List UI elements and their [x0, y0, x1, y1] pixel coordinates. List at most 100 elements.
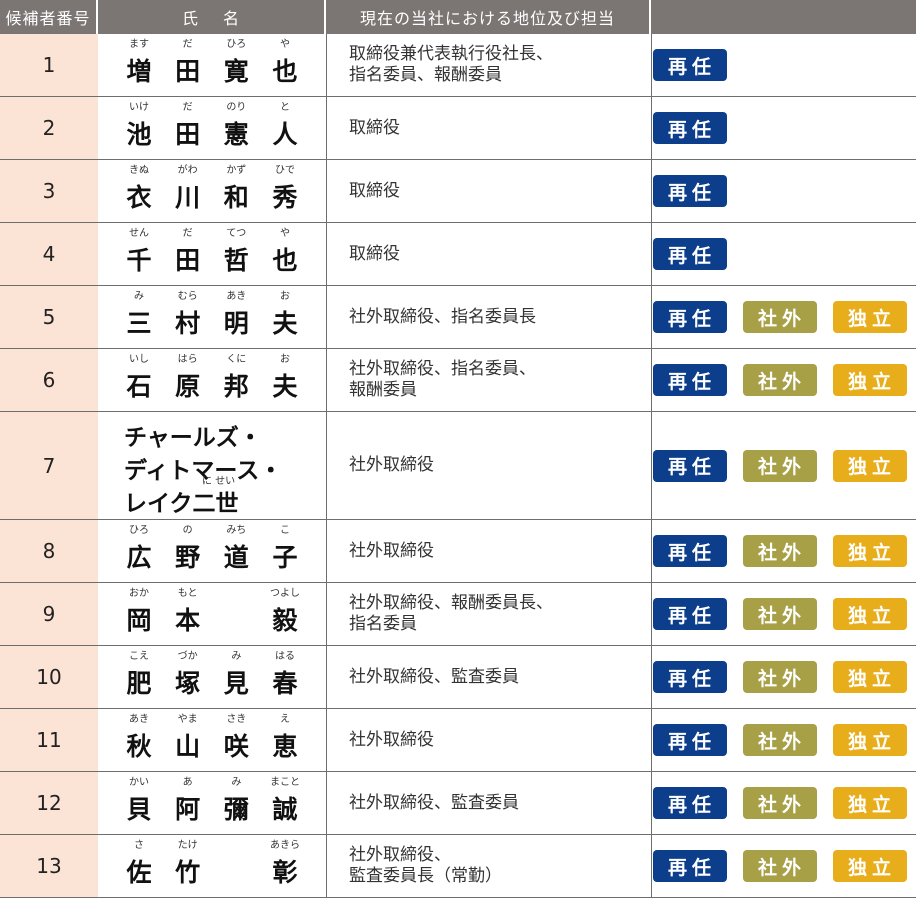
name-char: 誠まこと	[270, 778, 300, 826]
current-position: 社外取締役、報酬委員長、 指名委員	[326, 583, 651, 645]
independent-badge: 独立	[833, 364, 907, 396]
ruby-reading: もと	[177, 588, 198, 599]
candidate-number: 11	[0, 709, 98, 771]
name-characters: 肥こえ塚づか見み春 はる	[124, 646, 300, 708]
independent-badge: 独立	[833, 535, 907, 567]
kanji: 也	[272, 246, 298, 275]
name-char: 佐さ	[124, 841, 154, 889]
table-row: 6 石いし原はら邦くに夫お社外取締役、指名委員、 報酬委員 再任 社外 独立	[0, 349, 916, 412]
reappoint-badge: 再任	[653, 850, 727, 882]
candidate-tags: 再任	[651, 97, 916, 159]
kanji: 哲	[223, 246, 249, 275]
outside-badge: 社外	[743, 301, 817, 333]
kanji: 彰	[272, 858, 298, 887]
header-number: 候補者番号	[0, 0, 98, 34]
position-line: 報酬委員	[349, 380, 417, 400]
name-char: 夫お	[270, 292, 300, 340]
independent-badge: 独立	[833, 724, 907, 756]
position-line: 社外取締役、指名委員長	[349, 306, 536, 327]
table-row: 5 三み村むら明あき夫お 社外取締役、指名委員長 再任 社外 独立	[0, 286, 916, 349]
candidate-number: 5	[0, 286, 98, 348]
table-row: 13 佐さ竹たけ 彰あきら 社外取締役、 監査委員長（常勤） 再任 社外 独立	[0, 835, 916, 898]
kanji: 田	[175, 246, 201, 275]
name-char: 野の	[173, 526, 203, 574]
table-row: 4 千せん田だ哲てつ也や取締役 再任	[0, 223, 916, 286]
name-characters: 増ます田だ寛ひろ也や	[124, 34, 300, 96]
name-char: 肥こえ	[124, 652, 154, 700]
kanji	[236, 606, 261, 635]
name-char: 石いし	[124, 355, 154, 403]
kanji: 貝	[126, 795, 152, 824]
candidate-number: 4	[0, 223, 98, 285]
kanji: 秀	[272, 183, 298, 212]
reappoint-badge: 再任	[653, 49, 727, 81]
candidate-number: 3	[0, 160, 98, 222]
candidate-tags: 再任	[651, 223, 916, 285]
candidate-tags: 再任 社外 独立	[651, 835, 916, 897]
current-position: 社外取締役、指名委員、 報酬委員	[326, 349, 651, 411]
name-line: レイク二世に せい	[124, 476, 239, 518]
name-char: 憲のり	[221, 103, 251, 151]
kanji: 肥	[126, 669, 152, 698]
name-characters: 佐さ竹 たけ 彰 あきら	[124, 835, 300, 897]
name-char: 阿あ	[173, 778, 203, 826]
ruby-reading: お	[279, 354, 290, 365]
candidate-number: 10	[0, 646, 98, 708]
candidate-tags: 再任 社外 独立	[651, 286, 916, 348]
name-char: 夫お	[270, 355, 300, 403]
candidate-number: 8	[0, 520, 98, 582]
name-characters: 岡おか本 もと 毅 つよし	[124, 583, 300, 645]
name-char: 秀ひで	[270, 166, 300, 214]
ruby-reading: や	[279, 228, 290, 239]
kanji: 塚	[175, 669, 201, 698]
kanji: 原	[175, 372, 201, 401]
table-row: 12 貝かい阿あ彌み誠 まこと 社外取締役、監査委員 再任 社外 独立	[0, 772, 916, 835]
name-char: 明あき	[221, 292, 251, 340]
reappoint-badge: 再任	[653, 112, 727, 144]
header-tags	[651, 0, 916, 34]
name-char	[221, 853, 251, 889]
kanji: 毅	[272, 606, 298, 635]
ruby-reading: つよし	[269, 588, 300, 599]
kanji: 邦	[223, 372, 249, 401]
name-char: 岡おか	[124, 589, 154, 637]
name-characters: 衣きぬ川がわ和かず秀 ひで	[124, 160, 300, 222]
kanji: 秋	[126, 732, 152, 761]
table-row: 3 衣きぬ川がわ和かず秀 ひで 取締役 再任	[0, 160, 916, 223]
outside-badge: 社外	[743, 598, 817, 630]
outside-badge: 社外	[743, 364, 817, 396]
position-line: 社外取締役	[349, 540, 434, 561]
outside-badge: 社外	[743, 535, 817, 567]
outside-badge: 社外	[743, 661, 817, 693]
name-char: 寛ひろ	[221, 40, 251, 88]
candidate-name-long: チャールズ・ ディトマース・ レイク二世に せい	[124, 422, 282, 521]
kanji: 夫	[272, 372, 298, 401]
name-char: 池いけ	[124, 103, 154, 151]
name-char: 竹たけ	[173, 841, 203, 889]
candidate-name: 岡おか本 もと 毅 つよし	[98, 583, 326, 645]
name-char: 道みち	[221, 526, 251, 574]
candidate-name: 石いし原はら邦くに夫お	[98, 349, 326, 411]
current-position: 社外取締役、指名委員長	[326, 286, 651, 348]
name-char: 田だ	[173, 40, 203, 88]
name-char: 哲てつ	[221, 229, 251, 277]
candidate-name: 衣きぬ川がわ和かず秀 ひで	[98, 160, 326, 222]
reappoint-badge: 再任	[653, 787, 727, 819]
reappoint-badge: 再任	[653, 364, 727, 396]
candidate-name: 三み村むら明あき夫お	[98, 286, 326, 348]
kanji: 明	[223, 309, 249, 338]
current-position: 社外取締役	[326, 709, 651, 771]
current-position: 社外取締役、 監査委員長（常勤）	[326, 835, 651, 897]
ruby-reading: や	[279, 39, 290, 50]
reappoint-badge: 再任	[653, 449, 727, 482]
candidate-name: 池いけ田だ憲のり人と	[98, 97, 326, 159]
current-position: 取締役	[326, 97, 651, 159]
kanji: 見	[223, 669, 249, 698]
kanji: 子	[272, 543, 298, 572]
position-line: 取締役	[349, 180, 400, 201]
position-line: 社外取締役、	[349, 845, 451, 865]
candidate-name: 貝かい阿あ彌み誠 まこと	[98, 772, 326, 834]
outside-badge: 社外	[743, 850, 817, 882]
reappoint-badge: 再任	[653, 661, 727, 693]
kanji: 人	[272, 120, 298, 149]
